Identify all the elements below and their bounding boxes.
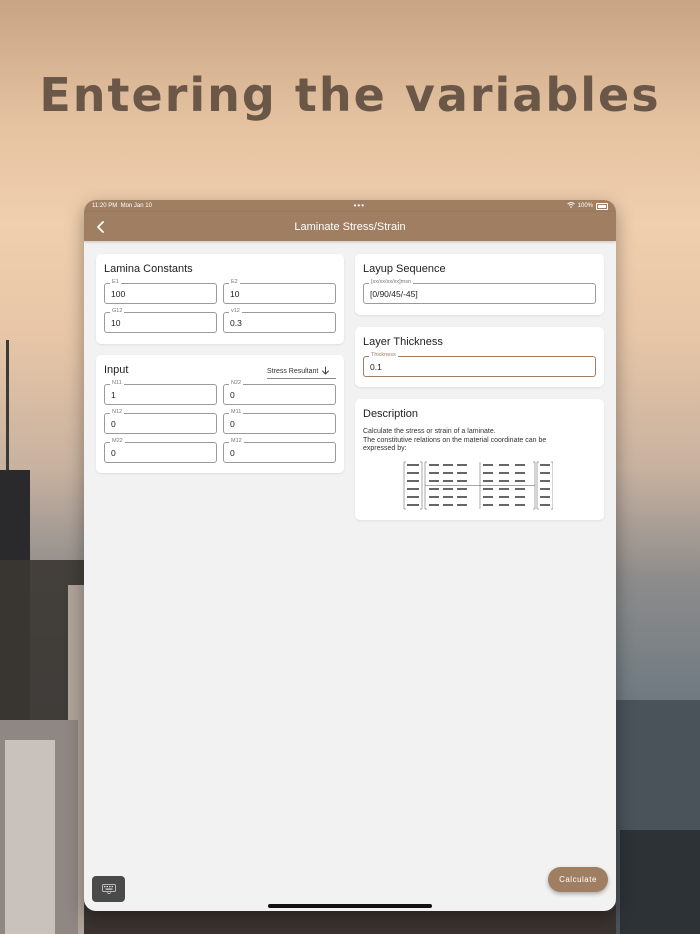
n11-field[interactable]: N11 (104, 380, 217, 405)
keyboard-button[interactable] (92, 876, 125, 902)
n11-label: N11 (110, 380, 124, 387)
status-date: Mon Jan 10 (120, 203, 152, 209)
v12-field[interactable]: v12 (223, 308, 336, 333)
m12-input[interactable] (230, 447, 329, 459)
thickness-label: Thickness (369, 352, 398, 359)
keyboard-icon (101, 884, 116, 894)
layup-sequence-title: Layup Sequence (363, 263, 446, 275)
g12-label: G12 (110, 308, 125, 315)
description-title: Description (363, 408, 419, 420)
n22-input[interactable] (230, 389, 329, 401)
n22-field[interactable]: N22 (223, 380, 336, 405)
status-time: 11:20 PM (92, 203, 118, 209)
layer-thickness-title: Layer Thickness (363, 336, 443, 348)
multitasking-dots[interactable]: ••• (354, 202, 365, 210)
description-text: Calculate the stress or strain of a lami… (363, 428, 589, 454)
description-card: Description Calculate the stress or stra… (355, 399, 604, 520)
description-line-1: Calculate the stress or strain of a lami… (363, 428, 496, 435)
m22-input[interactable] (111, 447, 210, 459)
n12-label: N12 (110, 409, 125, 416)
ipad-screen: 11:20 PM Mon Jan 10 ••• 100% Laminate St… (84, 200, 616, 911)
status-right: 100% (566, 202, 608, 210)
e1-field[interactable]: E1 (104, 279, 217, 304)
n11-input[interactable] (111, 389, 210, 401)
battery-icon (596, 202, 608, 210)
m12-field[interactable]: M12 (223, 438, 336, 463)
thickness-field[interactable]: Thickness (363, 352, 596, 377)
thickness-input[interactable] (370, 361, 589, 373)
constitutive-equation-image (403, 461, 553, 510)
layup-label: [xx/xx/xx/xx]msn (369, 279, 414, 286)
description-line-2: The constitutive relations on the materi… (363, 436, 547, 444)
e1-input[interactable] (111, 288, 210, 300)
m11-label: M11 (229, 409, 244, 416)
stress-resultant-label: Stress Resultant (267, 367, 319, 375)
g12-input[interactable] (111, 317, 210, 329)
status-time-date: 11:20 PM Mon Jan 10 (92, 203, 152, 209)
arrow-down-icon (321, 366, 330, 377)
e2-label: E2 (229, 279, 240, 286)
v12-label: v12 (229, 308, 242, 315)
navigation-bar: Laminate Stress/Strain (84, 212, 616, 241)
m11-field[interactable]: M11 (223, 409, 336, 434)
headline: Entering the variables (39, 68, 661, 122)
m22-label: M22 (110, 438, 125, 445)
e1-label: E1 (110, 279, 121, 286)
lamina-constants-title: Lamina Constants (104, 263, 193, 275)
calculate-button[interactable]: Calculate (548, 867, 608, 892)
v12-input[interactable] (230, 317, 329, 329)
chevron-left-icon[interactable] (92, 218, 110, 236)
status-bar: 11:20 PM Mon Jan 10 ••• 100% (84, 200, 616, 212)
g12-field[interactable]: G12 (104, 308, 217, 333)
lamina-constants-card: Lamina Constants E1 E2 G12 v12 (96, 254, 344, 344)
n12-input[interactable] (111, 418, 210, 430)
m22-field[interactable]: M22 (104, 438, 217, 463)
m11-input[interactable] (230, 418, 329, 430)
e2-input[interactable] (230, 288, 329, 300)
layer-thickness-card: Layer Thickness Thickness (355, 327, 604, 387)
description-line-3: expressed by: (363, 445, 407, 452)
nav-title: Laminate Stress/Strain (294, 220, 406, 233)
layup-sequence-card: Layup Sequence [xx/xx/xx/xx]msn (355, 254, 604, 315)
battery-percent: 100% (577, 203, 593, 209)
layup-field[interactable]: [xx/xx/xx/xx]msn (363, 279, 596, 304)
input-card: Input Stress Resultant N11 N22 N12 M11 M… (96, 355, 344, 473)
m12-label: M12 (229, 438, 244, 445)
e2-field[interactable]: E2 (223, 279, 336, 304)
n22-label: N22 (229, 380, 244, 387)
wifi-icon (566, 202, 575, 210)
layup-input[interactable] (370, 288, 589, 300)
home-indicator[interactable] (268, 904, 432, 908)
stress-resultant-selector[interactable]: Stress Resultant (267, 364, 336, 379)
input-title: Input (104, 364, 129, 376)
n12-field[interactable]: N12 (104, 409, 217, 434)
